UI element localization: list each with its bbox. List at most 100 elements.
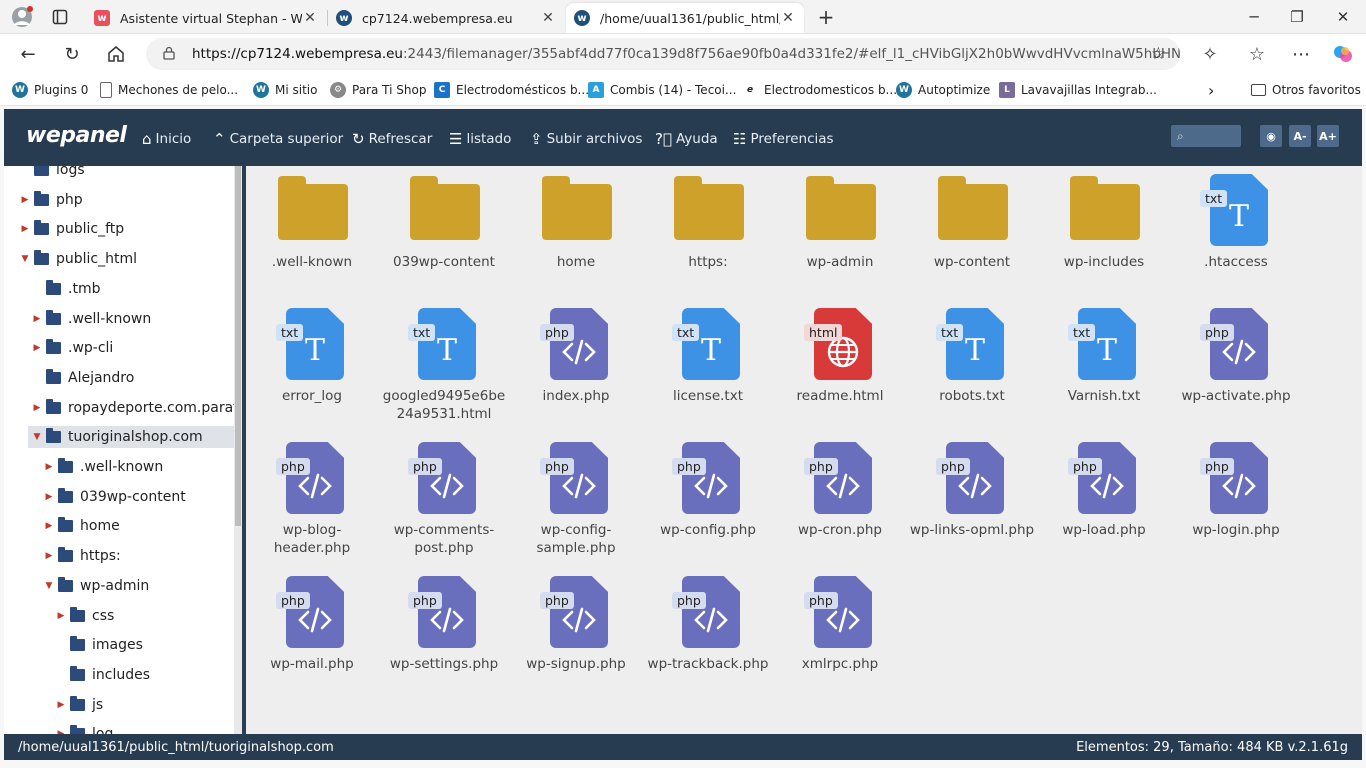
file-item[interactable]: php wp-settings.php [378,576,510,673]
close-window-icon[interactable]: ✕ [1332,6,1354,28]
minimize-icon[interactable]: ─ [1243,6,1265,28]
browser-tab-3[interactable]: w /home/uual1361/public_html/tuo ✕ [566,3,804,33]
tree-node[interactable]: .tmb [32,278,100,300]
bookmark-item[interactable]: A Combis (14) - Tecoi... [588,81,736,99]
file-item[interactable]: Ttxt error_log [246,308,378,405]
reload-icon[interactable]: ↻ [60,42,84,66]
file-item[interactable]: php wp-cron.php [774,442,906,539]
bookmark-item[interactable]: W Mi sitio [253,81,317,99]
folder-item[interactable]: wp-content [906,174,1038,271]
tree-node[interactable]: ▶ 039wp-content [44,486,186,508]
close-tab-icon[interactable]: ✕ [780,10,796,26]
bookmark-item[interactable]: Mechones de pelo... [100,81,238,99]
file-item[interactable]: php wp-links-opml.php [906,442,1038,539]
collapsed-arrow-icon[interactable]: ▶ [44,521,54,531]
bookmark-item[interactable]: L Lavavajillas Integrab... [999,81,1157,99]
collapsed-arrow-icon[interactable]: ▶ [44,462,54,472]
expanded-arrow-icon[interactable]: ▼ [44,581,54,591]
bookmark-item[interactable]: C Electrodomésticos b... [434,81,589,99]
copilot-icon[interactable] [1331,42,1355,66]
tree-node[interactable]: ▶ log [56,723,113,734]
scrollbar-thumb[interactable] [235,166,241,526]
favorite-star-icon[interactable]: ☆ [1151,44,1166,64]
tab-actions-icon[interactable] [48,5,72,29]
font-decrease-button[interactable]: A- [1289,125,1311,147]
bookmark-item[interactable]: W Plugins 0 [12,81,88,99]
file-item[interactable]: php wp-mail.php [246,576,378,673]
folder-item[interactable]: wp-admin [774,174,906,271]
upload-button[interactable]: ⇪ Subir archivos [530,129,642,149]
tree-node[interactable]: ▶ ropaydeporte.com.paratishop [32,397,242,419]
file-item[interactable]: Ttxt license.txt [642,308,774,405]
file-item[interactable]: php wp-config-sample.php [510,442,642,557]
collapsed-arrow-icon[interactable]: ▶ [56,700,66,710]
file-item[interactable]: Ttxt Varnish.txt [1038,308,1170,405]
tree-node[interactable]: includes [56,664,150,686]
tree-node[interactable]: ▼ public_html [20,248,137,270]
tree-node[interactable]: ▶ css [56,605,114,627]
collapsed-arrow-icon[interactable]: ▶ [20,195,30,205]
expanded-arrow-icon[interactable]: ▼ [32,432,42,442]
url-field[interactable]: https://cp7124.webempresa.eu:2443/filema… [146,38,1180,70]
file-item[interactable]: php wp-config.php [642,442,774,539]
expanded-arrow-icon[interactable]: ▼ [20,254,30,264]
refresh-button[interactable]: ↻ Refrescar [352,129,432,149]
tree-node[interactable]: ▶ .wp-cli [32,337,113,359]
collapsed-arrow-icon[interactable]: ▶ [44,492,54,502]
more-menu-icon[interactable]: ⋯ [1289,42,1313,66]
list-view-button[interactable]: ☰ listado [449,129,511,149]
other-favorites[interactable]: Otros favoritos [1251,81,1361,99]
bookmark-item[interactable]: W Autoptimize [896,81,990,99]
file-item[interactable]: php wp-load.php [1038,442,1170,539]
file-item[interactable]: php xmlrpc.php [774,576,906,673]
favorites-icon[interactable]: ☆ [1245,42,1269,66]
file-item[interactable]: php wp-login.php [1170,442,1302,539]
file-item[interactable]: html readme.html [774,308,906,405]
file-item[interactable]: php wp-activate.php [1170,308,1302,405]
tree-node[interactable]: ▶ .well-known [32,308,151,330]
close-tab-icon[interactable]: ✕ [302,10,318,26]
file-item[interactable]: php wp-comments-post.php [378,442,510,557]
file-item[interactable]: php wp-signup.php [510,576,642,673]
tree-node[interactable]: ▶ .well-known [44,456,163,478]
folder-item[interactable]: 039wp-content [378,174,510,271]
bookmark-item[interactable]: ⚙ Para Ti Shop [330,81,426,99]
bookmarks-overflow-icon[interactable]: › [1208,81,1214,100]
tree-node[interactable]: images [56,634,143,656]
tree-node[interactable]: ▼ wp-admin [44,575,149,597]
folder-item[interactable]: wp-includes [1038,174,1170,271]
tree-node[interactable]: ▶ home [44,515,120,537]
help-button[interactable]: ?⃝ Ayuda [655,129,718,149]
browser-tab-2[interactable]: w cp7124.webempresa.eu ✕ [328,3,564,33]
collapsed-arrow-icon[interactable]: ▶ [32,343,42,353]
profile-avatar-icon[interactable] [10,5,34,29]
tree-node[interactable]: ▶ public_ftp [20,218,124,240]
site-info-icon[interactable] [162,46,176,60]
browser-tab-1[interactable]: w Asistente virtual Stephan - Webem ✕ [86,3,326,33]
folder-item[interactable]: https: [642,174,774,271]
maximize-icon[interactable]: ❐ [1286,6,1308,28]
file-item[interactable]: php index.php [510,308,642,405]
tree-node[interactable]: Alejandro [32,367,134,389]
tree-node[interactable]: ▼ tuoriginalshop.com [28,426,234,448]
file-item[interactable]: Ttxt .htaccess [1170,174,1302,271]
home-button[interactable]: ⌂ Inicio [142,129,191,149]
folder-item[interactable]: .well-known [246,174,378,271]
preferences-button[interactable]: ☷ Preferencias [733,129,834,149]
bookmark-item[interactable]: e Electrodomesticos b... [742,81,897,99]
extensions-icon[interactable]: ✧ [1198,42,1222,66]
font-increase-button[interactable]: A+ [1317,125,1339,147]
tree-scrollbar[interactable] [234,166,242,734]
collapsed-arrow-icon[interactable]: ▶ [56,611,66,621]
new-tab-icon[interactable]: + [814,5,838,29]
home-browser-icon[interactable] [104,42,128,66]
collapsed-arrow-icon[interactable]: ▶ [20,224,30,234]
folder-item[interactable]: home [510,174,642,271]
file-item[interactable]: Ttxt googled9495e6be24a9531.html [378,308,510,423]
file-item[interactable]: php wp-trackback.php [642,576,774,673]
tree-node[interactable]: ▶ https: [44,545,121,567]
file-item[interactable]: Ttxt robots.txt [906,308,1038,405]
tree-node[interactable]: ▶ php [20,189,83,211]
collapsed-arrow-icon[interactable]: ▶ [32,403,42,413]
close-tab-icon[interactable]: ✕ [540,10,556,26]
